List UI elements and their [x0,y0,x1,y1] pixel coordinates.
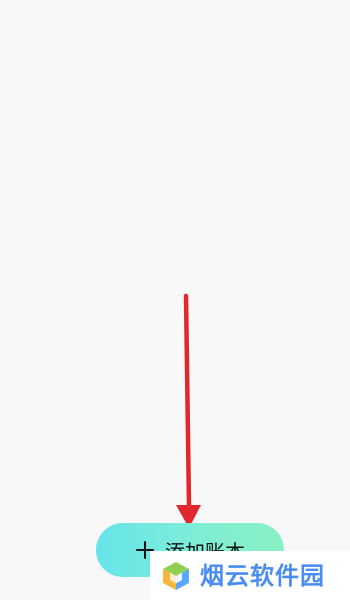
annotation-arrow [176,293,201,528]
account-book-screen: 添加账本 烟云软件园 [0,0,350,600]
watermark-logo-icon [163,561,189,590]
watermark-text: 烟云软件园 [200,561,325,590]
watermark: 烟云软件园 [150,551,350,600]
